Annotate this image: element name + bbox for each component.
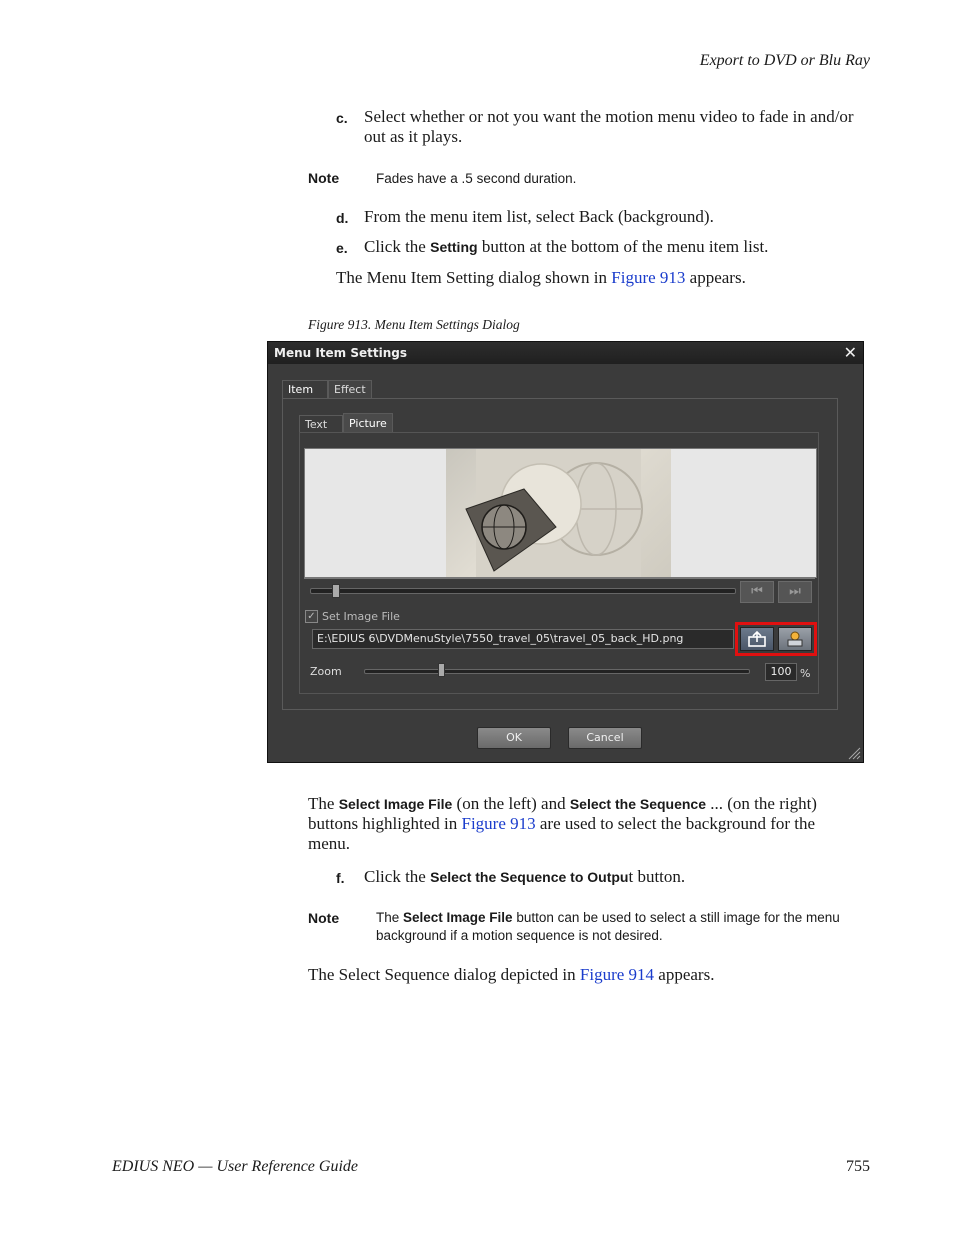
set-image-file-label: Set Image File (322, 610, 400, 623)
tab-effect[interactable]: Effect (328, 380, 372, 398)
para3-pre: The Select Sequence dialog depicted in (308, 965, 580, 984)
para2-t1: The (308, 794, 339, 813)
select-sequence-ref: Select the Sequence (569, 796, 707, 812)
dialog-title: Menu Item Settings (268, 342, 863, 364)
close-icon[interactable]: ✕ (844, 342, 857, 364)
page-header: Export to DVD or Blu Ray (699, 52, 870, 69)
globe-picture-icon (465, 449, 643, 577)
zoom-slider[interactable] (364, 669, 750, 674)
para1-post: appears. (685, 268, 746, 287)
para3-post: appears. (654, 965, 715, 984)
set-image-file-checkbox[interactable]: ✓ (305, 610, 318, 623)
page-number: 755 (846, 1158, 870, 1175)
ok-button[interactable]: OK (477, 727, 551, 749)
step-letter-f: f. (336, 870, 345, 886)
zoom-unit: % (800, 667, 811, 680)
note2-line1: The Select Image File button can be used… (376, 909, 840, 927)
para2-t2: (on the left) and (452, 794, 570, 813)
note-label: Note (308, 170, 340, 186)
step-f-pre: Click the (364, 867, 431, 886)
file-path-field[interactable]: E:\EDIUS 6\DVDMenuStyle\7550_travel_05\t… (312, 629, 734, 649)
step-letter-d: d. (336, 210, 349, 226)
note2-bold: Select Image File (403, 910, 513, 925)
para-select-sequence: The Select Sequence dialog depicted in F… (308, 965, 714, 985)
step-e-post: button at the bottom of the menu item li… (477, 237, 769, 256)
tab-text[interactable]: Text (299, 415, 343, 433)
para2-line2-pre: buttons highlighted in (308, 814, 462, 833)
menu-item-settings-dialog: Menu Item Settings ✕ Item Effect Text Pi… (267, 341, 864, 763)
select-sequence-button[interactable] (778, 627, 812, 651)
note2-post: button can be used to select a still ima… (512, 910, 840, 925)
step-e-text: Click the Setting button at the bottom o… (364, 237, 768, 257)
zoom-label: Zoom (310, 665, 342, 678)
para2-line2-post: are used to select the background for th… (535, 814, 816, 833)
para2-t3: ... (on the right) (706, 794, 817, 813)
upload-folder-icon (748, 630, 766, 647)
para-buttons-line1: The Select Image File (on the left) and … (308, 794, 817, 814)
preview-divider (304, 578, 815, 579)
cancel-button[interactable]: Cancel (568, 727, 642, 749)
sequence-icon (787, 631, 803, 647)
step-letter-e: e. (336, 240, 348, 256)
select-image-file-button[interactable] (740, 627, 774, 651)
figure-913-link-2[interactable]: Figure 913 (461, 814, 535, 833)
step-c-text: Select whether or not you want the motio… (364, 107, 854, 146)
tab-picture[interactable]: Picture (343, 413, 393, 433)
footer-title: EDIUS NEO — User Reference Guide (112, 1158, 359, 1175)
resize-grip-icon[interactable] (847, 746, 861, 760)
step-f-text: Click the Select the Sequence to Output … (364, 867, 685, 887)
step-e-pre: Click the (364, 237, 431, 256)
note-label-2: Note (308, 910, 340, 926)
image-preview (304, 448, 817, 578)
next-frame-button[interactable]: ⏭ (778, 581, 812, 603)
para-buttons-line2: buttons highlighted in Figure 913 are us… (308, 814, 815, 834)
timeline-slider-handle[interactable] (332, 584, 340, 598)
note-text: Fades have a .5 second duration. (376, 171, 577, 186)
background-image (446, 449, 671, 577)
step-letter-c: c. (336, 110, 348, 126)
previous-frame-button[interactable]: ⏮ (740, 581, 774, 603)
tab-item[interactable]: Item (282, 380, 328, 398)
select-image-file-ref: Select Image File (338, 796, 453, 812)
timeline-slider[interactable] (310, 588, 736, 594)
step-f-post: t button. (628, 867, 686, 886)
setting-button-ref: Setting (430, 239, 478, 255)
zoom-value-field[interactable]: 100 (765, 663, 797, 681)
para-buttons-line3: menu. (308, 834, 351, 853)
figure-914-link[interactable]: Figure 914 (580, 965, 654, 984)
para1-pre: The Menu Item Setting dialog shown in (336, 268, 612, 287)
note2-pre: The (376, 910, 404, 925)
figure-caption: Figure 913. Menu Item Settings Dialog (308, 317, 520, 332)
zoom-slider-handle[interactable] (438, 663, 445, 677)
para-dialog-intro: The Menu Item Setting dialog shown in Fi… (336, 268, 746, 288)
step-d-text: From the menu item list, select Back (ba… (364, 207, 714, 226)
select-sequence-output-ref: Select the Sequence to Outpu (430, 869, 629, 885)
note2-line2: background if a motion sequence is not d… (376, 928, 663, 943)
figure-913-link[interactable]: Figure 913 (611, 268, 685, 287)
